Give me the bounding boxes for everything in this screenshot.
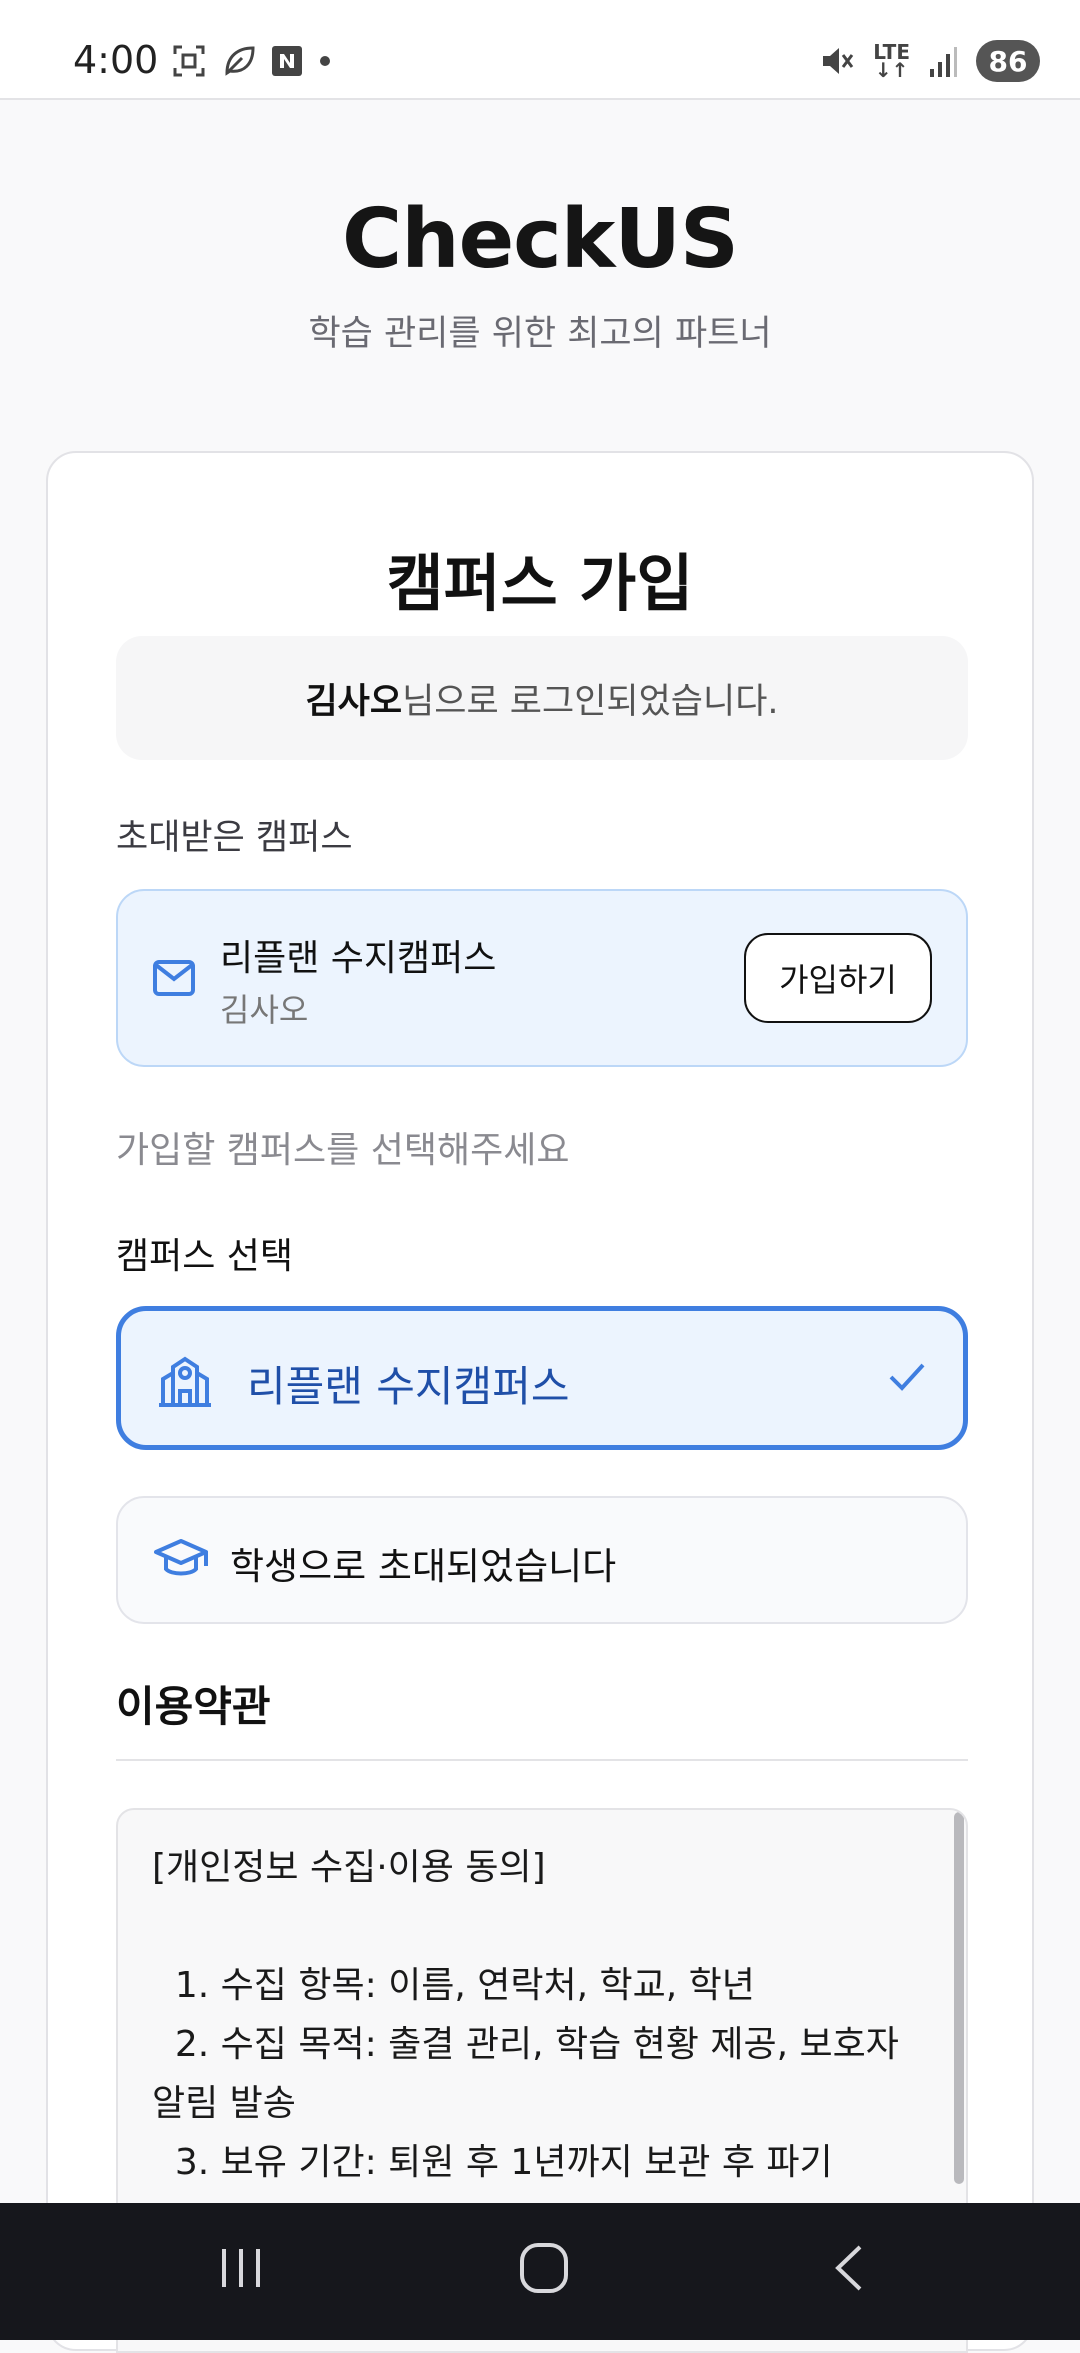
inviter-name: 김사오 bbox=[220, 991, 309, 1029]
invited-campus-label: 초대받은 캠퍼스 bbox=[116, 818, 353, 858]
system-icons: LTE ↓↑ 86 bbox=[819, 40, 1040, 82]
login-status-text: 님으로 로그인되었습니다. bbox=[402, 681, 779, 722]
battery-indicator: 86 bbox=[976, 40, 1040, 82]
terms-body: [개인정보 수집·이용 동의] 1. 수집 항목: 이름, 연락처, 학교, 학… bbox=[152, 1847, 899, 2183]
page-title: 캠퍼스 가입 bbox=[386, 547, 694, 620]
app-title: CheckUS bbox=[342, 192, 739, 287]
invite-card: 리플랜 수지캠퍼스 김사오 가입하기 bbox=[116, 889, 968, 1067]
campus-join-card: 캠퍼스 가입 김사오 님으로 로그인되었습니다. 초대받은 캠퍼스 리플랜 수지캠… bbox=[46, 451, 1034, 2353]
data-arrows-icon: ↓↑ bbox=[874, 58, 909, 82]
divider bbox=[116, 1759, 968, 1761]
terms-title: 이용약관 bbox=[116, 1682, 271, 1731]
role-text: 학생으로 초대되었습니다 bbox=[230, 1545, 617, 1588]
check-icon bbox=[889, 1363, 925, 1391]
campus-select-label: 캠퍼스 선택 bbox=[116, 1236, 294, 1277]
dot-icon bbox=[320, 56, 330, 66]
status-time: 4:00 bbox=[73, 38, 159, 82]
campus-option-selected[interactable]: 리플랜 수지캠퍼스 bbox=[116, 1306, 968, 1450]
terms-scrollbar[interactable] bbox=[954, 1812, 964, 2184]
signal-icon bbox=[930, 47, 957, 77]
recent-apps-icon[interactable] bbox=[216, 2243, 266, 2293]
naver-icon bbox=[272, 46, 302, 76]
lte-indicator: LTE ↓↑ bbox=[873, 40, 910, 82]
leaf-icon bbox=[225, 46, 255, 76]
navigation-bar bbox=[0, 2203, 1080, 2340]
back-icon[interactable] bbox=[830, 2243, 866, 2293]
status-bar: 4:00 LTE ↓↑ 86 bbox=[0, 0, 1080, 100]
school-icon bbox=[159, 1356, 211, 1407]
mail-icon bbox=[153, 960, 195, 996]
selected-campus-name: 리플랜 수지캠퍼스 bbox=[247, 1362, 570, 1411]
join-button[interactable]: 가입하기 bbox=[744, 933, 932, 1023]
notification-icons bbox=[172, 44, 332, 78]
app-tagline: 학습 관리를 위한 최고의 파트너 bbox=[308, 314, 772, 354]
role-info-box: 학생으로 초대되었습니다 bbox=[116, 1496, 968, 1624]
graduation-cap-icon bbox=[154, 1539, 208, 1576]
invite-campus-name: 리플랜 수지캠퍼스 bbox=[220, 938, 497, 979]
home-icon[interactable] bbox=[518, 2241, 570, 2295]
screenshot-icon bbox=[173, 45, 205, 77]
login-user-name: 김사오 bbox=[305, 681, 403, 722]
login-status-box: 김사오 님으로 로그인되었습니다. bbox=[116, 636, 968, 760]
mute-icon bbox=[823, 48, 854, 74]
select-hint: 가입할 캠퍼스를 선택해주세요 bbox=[116, 1130, 570, 1171]
